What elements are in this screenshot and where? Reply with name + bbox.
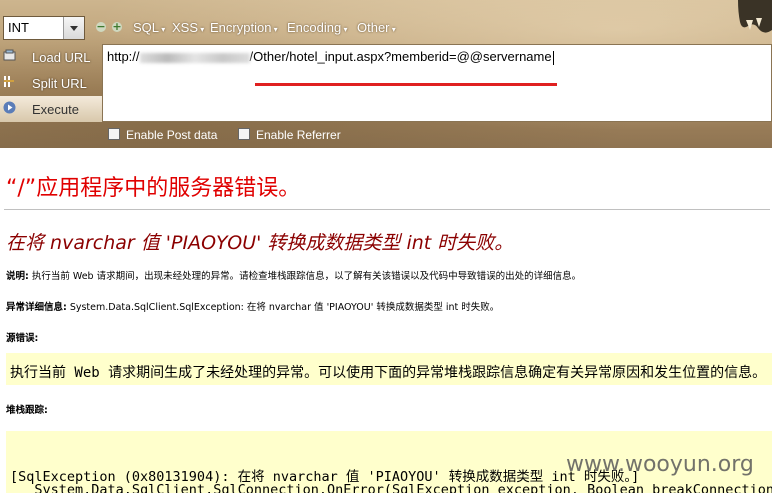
enable-referrer-checkbox[interactable]: Enable Referrer <box>238 128 341 142</box>
menu-encoding[interactable]: Encoding <box>287 20 347 35</box>
watermark-text: www.wooyun.org <box>566 452 754 477</box>
split-url-icon <box>4 76 14 87</box>
stack-trace-label: 堆栈跟踪: <box>6 405 48 416</box>
load-url-button[interactable]: Load URL <box>0 44 102 70</box>
enable-referrer-label: Enable Referrer <box>256 128 341 142</box>
hackbar-checkbox-row: Enable Post data Enable Referrer <box>102 122 772 148</box>
enable-post-checkbox[interactable]: Enable Post data <box>108 128 217 142</box>
source-error-text: 执行当前 Web 请求期间生成了未经处理的异常。可以使用下面的异常堆栈跟踪信息确… <box>10 365 767 381</box>
redacted-host <box>139 52 250 63</box>
url-value: http:// /Other/hotel_input.aspx?memberid=… <box>107 49 554 65</box>
source-error-label: 源错误: <box>6 333 39 344</box>
load-url-icon <box>3 49 16 61</box>
hackbar-toolbar: INT − + SQL XSS Encryption Encoding Othe… <box>0 0 772 148</box>
checkbox-post-box[interactable] <box>108 128 120 140</box>
enable-post-label: Enable Post data <box>126 128 218 142</box>
source-error-box: 执行当前 Web 请求期间生成了未经处理的异常。可以使用下面的异常堆栈跟踪信息确… <box>6 353 772 385</box>
text-caret <box>552 50 554 65</box>
payload-type-select[interactable]: INT <box>3 16 85 40</box>
exception-text: System.Data.SqlClient.SqlException: 在将 n… <box>66 302 500 313</box>
checkbox-referrer-box[interactable] <box>238 128 250 140</box>
error-subtitle: 在将 nvarchar 值 'PIAOYOU' 转换成数据类型 int 时失败。 <box>6 232 514 254</box>
menu-sql[interactable]: SQL <box>133 20 165 35</box>
exception-label: 异常详细信息: <box>6 302 67 313</box>
menu-xss[interactable]: XSS <box>172 20 204 35</box>
error-page: “/”应用程序中的服务器错误。 在将 nvarchar 值 'PIAOYOU' … <box>0 148 772 493</box>
chevron-down-icon[interactable] <box>63 17 84 39</box>
menu-encryption[interactable]: Encryption <box>210 20 278 35</box>
red-highlight-underline <box>255 83 557 86</box>
execute-button[interactable]: Execute <box>0 96 102 122</box>
exception-paragraph: 异常详细信息: System.Data.SqlClient.SqlExcepti… <box>6 299 499 313</box>
play-icon <box>3 101 16 114</box>
execute-label: Execute <box>32 102 79 117</box>
payload-type-value: INT <box>8 20 29 35</box>
source-error-heading: 源错误: <box>6 330 38 344</box>
stack-trace-heading: 堆栈跟踪: <box>6 402 48 416</box>
load-url-label: Load URL <box>32 50 91 65</box>
description-label: 说明: <box>6 271 29 282</box>
url-suffix: /Other/hotel_input.aspx?memberid=@@serve… <box>249 49 552 64</box>
description-paragraph: 说明: 执行当前 Web 请求期间，出现未经处理的异常。请检查堆栈跟踪信息，以了… <box>6 268 581 282</box>
stack-trace-line-2: System.Data.SqlClient.SqlConnection.OnEr… <box>10 482 772 493</box>
menu-other[interactable]: Other <box>357 20 396 35</box>
description-text: 执行当前 Web 请求期间，出现未经处理的异常。请检查堆栈跟踪信息，以了解有关该… <box>28 271 582 282</box>
page-title: “/”应用程序中的服务器错误。 <box>6 176 301 201</box>
url-prefix: http:// <box>107 49 140 64</box>
minus-icon[interactable]: − <box>96 21 106 32</box>
split-url-label: Split URL <box>32 76 87 91</box>
split-url-button[interactable]: Split URL <box>0 70 102 96</box>
url-textarea[interactable]: http:// /Other/hotel_input.aspx?memberid=… <box>102 44 772 122</box>
title-divider <box>4 209 770 210</box>
plus-icon[interactable]: + <box>112 21 122 32</box>
